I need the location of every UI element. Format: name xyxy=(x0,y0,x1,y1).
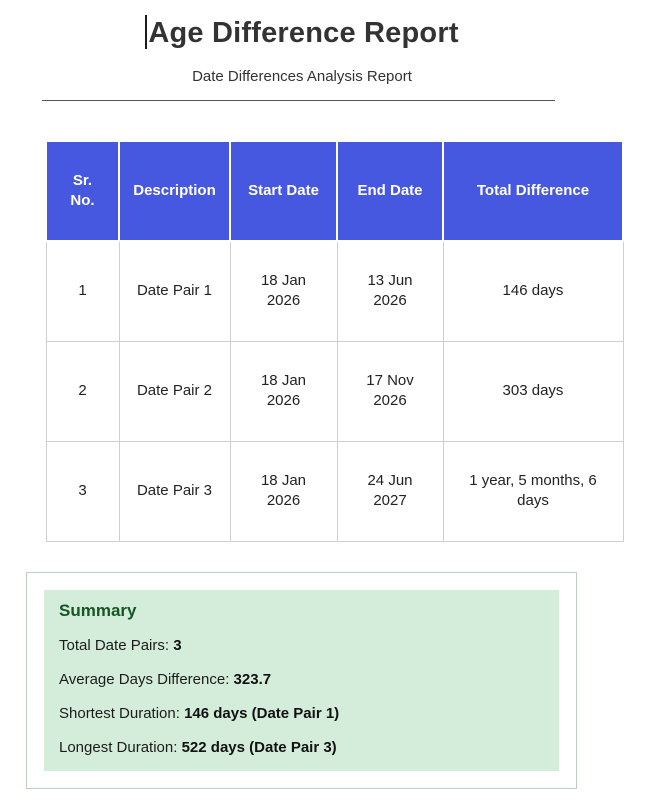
column-header-label: Description xyxy=(133,182,216,199)
cell-end: 13 Jun 2026 xyxy=(336,240,444,342)
column-header-label: Total Difference xyxy=(476,182,590,199)
cell-sr-text: 1 xyxy=(78,282,87,300)
cell-start-text: 18 Jan 2026 xyxy=(260,372,307,409)
summary-panel: Summary Total Date Pairs: 3 Average Days … xyxy=(44,589,559,771)
cell-sr-text: 3 xyxy=(78,482,87,499)
cell-sr: 2 xyxy=(45,340,120,442)
page-title[interactable]: Age Difference Report xyxy=(148,17,458,49)
cell-description-text: Date Pair 2 xyxy=(136,382,213,399)
cell-total: 303 days xyxy=(442,340,624,442)
summary-value: 522 days (Date Pair 3) xyxy=(181,738,337,756)
cell-end-text: 17 Nov 2026 xyxy=(366,372,414,409)
date-differences-table: Sr. No. Description Start Date End Date Tota… xyxy=(45,140,624,542)
summary-label: Total Date Pairs: xyxy=(59,636,170,654)
summary-value: 146 days (Date Pair 1) xyxy=(184,704,340,722)
cell-sr: 1 xyxy=(45,240,120,342)
table-row: 2 Date Pair 2 18 Jan 2026 17 Nov 2026 303 da… xyxy=(45,340,624,442)
cell-description: Date Pair 2 xyxy=(118,340,231,442)
cell-sr-text: 2 xyxy=(78,382,87,399)
column-header: Start Date xyxy=(229,140,338,242)
cell-description: Date Pair 1 xyxy=(118,240,231,342)
cell-end-text: 13 Jun 2026 xyxy=(367,272,413,310)
cell-total: 1 year, 5 months, 6 days xyxy=(442,440,624,542)
text-cursor xyxy=(145,15,148,49)
page-subtitle: Date Differences Analysis Report xyxy=(192,68,412,85)
title-divider xyxy=(42,100,555,101)
table-header: Sr. No. Description Start Date End Date Tota… xyxy=(45,140,624,242)
cell-start: 18 Jan 2026 xyxy=(229,240,338,342)
cell-description: Date Pair 3 xyxy=(118,440,231,542)
column-header: End Date xyxy=(336,140,444,242)
summary-label: Average Days Difference: xyxy=(59,670,230,688)
cell-end-text: 24 Jun 2027 xyxy=(367,472,413,509)
column-header: Total Difference xyxy=(442,140,624,242)
column-header-label: End Date xyxy=(357,182,423,199)
column-header: Sr. No. xyxy=(45,140,120,242)
summary-value: 323.7 xyxy=(233,670,272,688)
summary-lines: Total Date Pairs: 3 Average Days Differen… xyxy=(59,636,544,758)
cell-total-text: 1 year, 5 months, 6 days xyxy=(469,472,597,509)
table-header-row: Sr. No. Description Start Date End Date Tota… xyxy=(45,140,624,242)
column-header: Description xyxy=(118,140,231,242)
page-title-block[interactable]: Age Difference Report xyxy=(0,0,604,53)
summary-line: Longest Duration: 522 days (Date Pair 3) xyxy=(59,738,544,758)
cell-description-text: Date Pair 3 xyxy=(136,482,213,499)
summary-value: 3 xyxy=(173,636,182,654)
summary-label: Longest Duration: xyxy=(59,738,178,756)
cell-description-text: Date Pair 1 xyxy=(136,282,213,300)
cell-total-text: 303 days xyxy=(502,382,564,399)
summary-container: Summary Total Date Pairs: 3 Average Days … xyxy=(26,571,577,789)
table-row: 1 Date Pair 1 18 Jan 2026 13 Jun 2026 146 da… xyxy=(45,240,624,342)
cell-start: 18 Jan 2026 xyxy=(229,440,338,542)
cell-sr: 3 xyxy=(45,440,120,542)
summary-line: Total Date Pairs: 3 xyxy=(59,636,544,656)
table-row: 3 Date Pair 3 18 Jan 2026 24 Jun 2027 1 year… xyxy=(45,440,624,542)
cell-start-text: 18 Jan 2026 xyxy=(260,472,307,509)
cell-total-text: 146 days xyxy=(502,282,564,300)
column-header-label: Sr. No. xyxy=(70,172,95,209)
summary-line: Average Days Difference: 323.7 xyxy=(59,670,544,690)
cell-start: 18 Jan 2026 xyxy=(229,340,338,442)
summary-label: Shortest Duration: xyxy=(59,704,180,722)
summary-heading: Summary xyxy=(59,600,137,620)
column-header-label: Start Date xyxy=(248,182,319,199)
cell-start-text: 18 Jan 2026 xyxy=(260,272,307,310)
summary-line: Shortest Duration: 146 days (Date Pair 1… xyxy=(59,704,544,724)
report-page: Age Difference Report Date Differences A… xyxy=(0,0,663,808)
cell-total: 146 days xyxy=(442,240,624,342)
cell-end: 17 Nov 2026 xyxy=(336,340,444,442)
table-body: 1 Date Pair 1 18 Jan 2026 13 Jun 2026 146 da… xyxy=(45,240,624,542)
cell-end: 24 Jun 2027 xyxy=(336,440,444,542)
